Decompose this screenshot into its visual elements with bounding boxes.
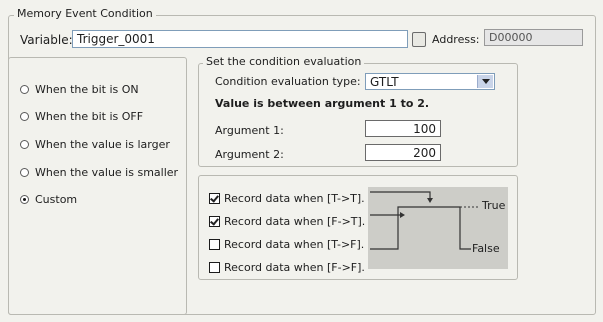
record-t-f-checkbox[interactable] xyxy=(209,239,220,250)
argument-2-label: Argument 2: xyxy=(215,148,284,161)
argument-1-label: Argument 1: xyxy=(215,124,284,137)
evaluation-type-label: Condition evaluation type: xyxy=(215,75,361,88)
radio-value-smaller[interactable]: When the value is smaller xyxy=(20,166,178,179)
record-f-t[interactable]: Record data when [F->T]. xyxy=(209,215,365,228)
record-f-f[interactable]: Record data when [F->F]. xyxy=(209,261,365,274)
argument-1-field[interactable]: 100 xyxy=(365,120,441,137)
record-f-t-label: Record data when [F->T]. xyxy=(224,215,366,228)
true-label: True xyxy=(482,199,506,212)
false-label: False xyxy=(472,242,500,255)
radio-value-larger[interactable]: When the value is larger xyxy=(20,138,170,151)
evaluation-description: Value is between argument 1 to 2. xyxy=(215,97,430,110)
radio-bit-off-indicator[interactable] xyxy=(20,112,29,121)
radio-bit-on[interactable]: When the bit is ON xyxy=(20,83,139,96)
argument-2-field[interactable]: 200 xyxy=(365,144,441,161)
browse-variable-button[interactable] xyxy=(412,32,426,47)
radio-value-smaller-label: When the value is smaller xyxy=(35,166,179,179)
radio-bit-on-indicator[interactable] xyxy=(20,85,29,94)
evaluation-type-select[interactable]: GTLT xyxy=(365,73,495,90)
chevron-down-icon[interactable] xyxy=(477,75,493,88)
record-t-t-checkbox[interactable] xyxy=(209,193,220,204)
record-t-f[interactable]: Record data when [T->F]. xyxy=(209,238,364,251)
variable-label: Variable: xyxy=(20,33,73,47)
evaluation-title: Set the condition evaluation xyxy=(203,55,365,68)
record-f-f-label: Record data when [F->F]. xyxy=(224,261,365,274)
radio-value-smaller-indicator[interactable] xyxy=(20,168,29,177)
checkmark-icon xyxy=(210,216,219,226)
radio-bit-off-label: When the bit is OFF xyxy=(35,110,144,123)
record-t-f-label: Record data when [T->F]. xyxy=(224,238,365,251)
radio-bit-on-label: When the bit is ON xyxy=(35,83,139,96)
radio-bit-off[interactable]: When the bit is OFF xyxy=(20,110,143,123)
radio-custom-label: Custom xyxy=(35,193,78,206)
variable-field[interactable]: Trigger_0001 xyxy=(72,30,408,48)
record-f-f-checkbox[interactable] xyxy=(209,262,220,273)
record-f-t-checkbox[interactable] xyxy=(209,216,220,227)
memory-event-title: Memory Event Condition xyxy=(14,7,156,20)
evaluation-type-value: GTLT xyxy=(370,75,399,89)
checkmark-icon xyxy=(210,193,219,203)
address-label: Address: xyxy=(432,33,480,46)
transition-diagram: True False xyxy=(368,187,508,269)
radio-custom[interactable]: Custom xyxy=(20,193,77,206)
record-t-t-label: Record data when [T->T]. xyxy=(224,192,365,205)
radio-value-larger-label: When the value is larger xyxy=(35,138,170,151)
address-field: D00000 xyxy=(484,29,583,46)
radio-custom-indicator[interactable] xyxy=(20,195,29,204)
record-t-t[interactable]: Record data when [T->T]. xyxy=(209,192,365,205)
radio-value-larger-indicator[interactable] xyxy=(20,140,29,149)
